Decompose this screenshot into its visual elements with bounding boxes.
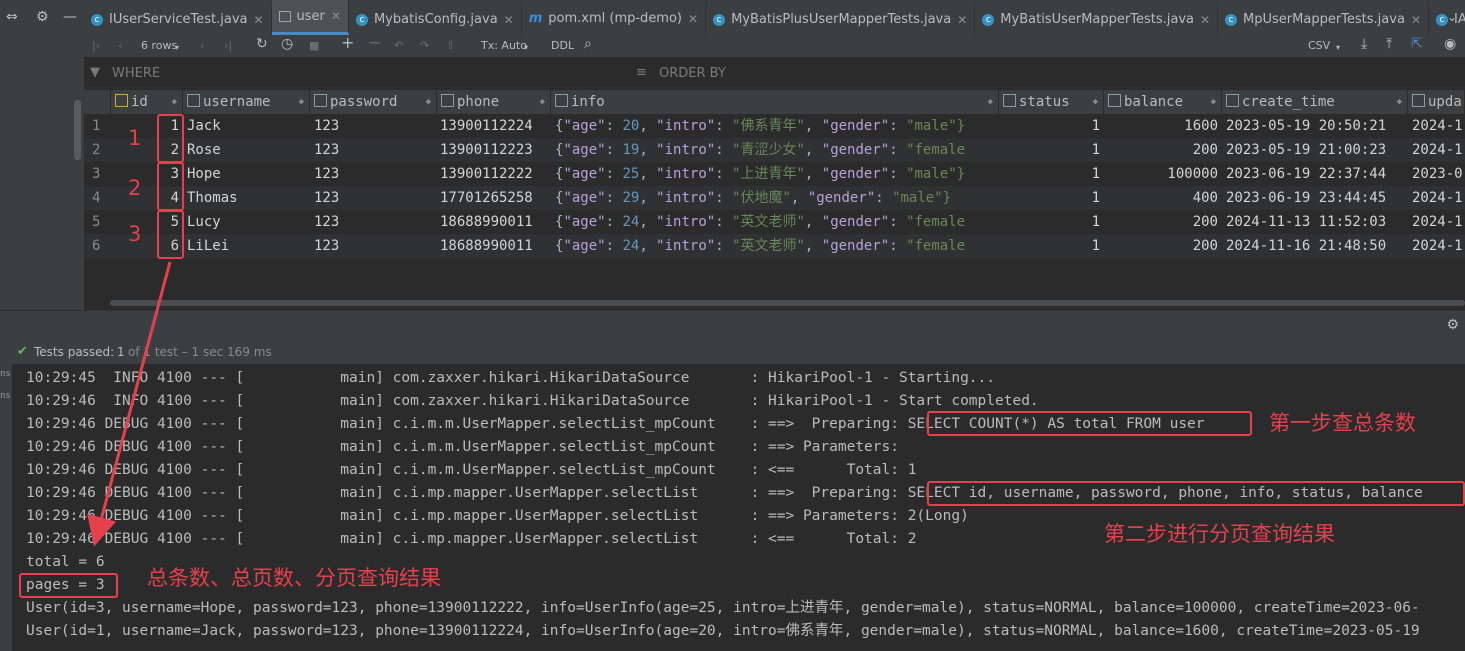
annotation-box-pages: [19, 573, 118, 598]
annotation-step2: 第二步进行分页查询结果: [1104, 522, 1335, 546]
annotation-box-step1: [927, 411, 1252, 436]
annotation-arrow: [87, 261, 172, 547]
annotation-step1: 第一步查总条数: [1269, 411, 1416, 435]
annotation-summary: 总条数、总页数、分页查询结果: [147, 566, 441, 590]
annotation-box-step2: [927, 481, 1465, 506]
